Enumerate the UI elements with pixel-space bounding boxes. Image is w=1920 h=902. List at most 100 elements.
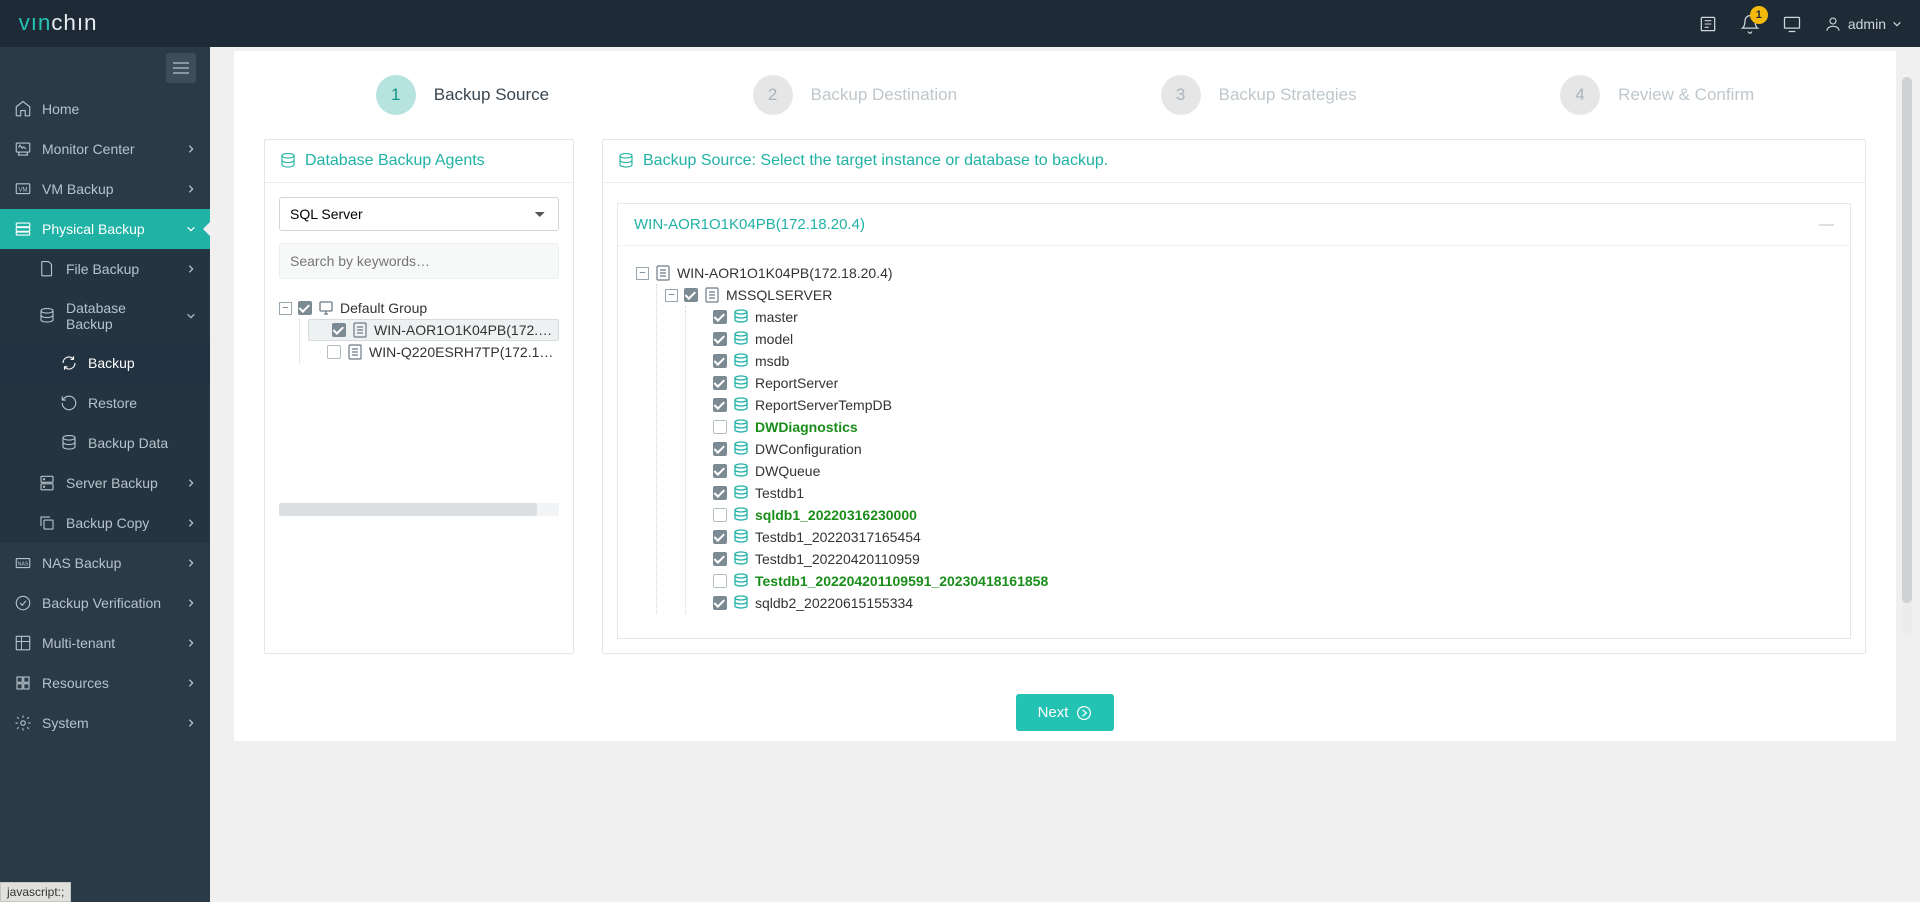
server-icon <box>655 265 671 281</box>
sidebar-item-backupcopy[interactable]: Backup Copy <box>0 503 210 543</box>
tree-label: DWDiagnostics <box>755 419 858 435</box>
step-number: 1 <box>376 75 416 115</box>
tree-row[interactable]: DWDiagnostics <box>694 416 1832 438</box>
checkbox[interactable] <box>713 530 727 544</box>
task-list-icon[interactable] <box>1698 14 1718 34</box>
wizard-step-3[interactable]: 3Backup Strategies <box>1161 75 1357 115</box>
server-icon <box>347 344 363 360</box>
tree-row[interactable]: − WIN-AOR1O1K04PB(172.18.20.4) <box>636 262 1832 284</box>
topbar: vınchın 1 admin <box>0 0 1920 47</box>
tree-label: master <box>755 309 798 325</box>
sidebar-item-physical[interactable]: Physical Backup <box>0 209 210 249</box>
user-menu[interactable]: admin <box>1824 15 1902 33</box>
tree-row[interactable]: ReportServerTempDB <box>694 394 1832 416</box>
horizontal-scrollbar[interactable] <box>279 503 559 516</box>
sidebar-item-backupdata[interactable]: Backup Data <box>0 423 210 463</box>
db-type-select[interactable]: SQL Server <box>279 197 559 231</box>
checkbox[interactable] <box>713 332 727 346</box>
checkbox[interactable] <box>298 301 312 315</box>
step-label: Review & Confirm <box>1618 85 1754 105</box>
checkbox[interactable] <box>713 398 727 412</box>
tree-row[interactable]: model <box>694 328 1832 350</box>
collapse-icon[interactable]: − <box>636 267 649 280</box>
checkbox[interactable] <box>713 552 727 566</box>
checkbox[interactable] <box>713 464 727 478</box>
sidebar-item-multi[interactable]: Multi-tenant <box>0 623 210 663</box>
sidebar-item-resources[interactable]: Resources <box>0 663 210 703</box>
step-label: Backup Strategies <box>1219 85 1357 105</box>
sidebar-item-label: System <box>42 715 89 731</box>
wizard-step-1[interactable]: 1 Backup Source <box>376 75 549 115</box>
tree-row[interactable]: ReportServer <box>694 372 1832 394</box>
sidebar-item-label: Backup Data <box>88 435 168 451</box>
collapse-icon[interactable]: − <box>279 302 292 315</box>
scrollbar[interactable] <box>1902 77 1912 637</box>
sidebar-item-vm[interactable]: VM Backup <box>0 169 210 209</box>
tree-row[interactable]: Testdb1 <box>694 482 1832 504</box>
checkbox[interactable] <box>684 288 698 302</box>
checkbox[interactable] <box>713 442 727 456</box>
tree-row[interactable]: WIN-Q220ESRH7TP(172.18.30.20) <box>308 341 559 363</box>
sidebar-item-label: Monitor Center <box>42 141 135 157</box>
notifications-icon[interactable]: 1 <box>1740 14 1760 34</box>
collapse-sidebar-button[interactable] <box>166 53 196 83</box>
sidebar-item-backup[interactable]: Backup <box>0 343 210 383</box>
wizard-step-4[interactable]: 4 Review & Confirm <box>1560 75 1754 115</box>
collapse-icon[interactable]: − <box>665 289 678 302</box>
step-label: Backup Source <box>434 85 549 105</box>
next-button[interactable]: Next <box>1016 694 1115 731</box>
checkbox[interactable] <box>713 574 727 588</box>
tree-row[interactable]: sqldb1_20220316230000 <box>694 504 1832 526</box>
tree-row[interactable]: msdb <box>694 350 1832 372</box>
checkbox[interactable] <box>713 376 727 390</box>
tree-row[interactable]: Testdb1_20220317165454 <box>694 526 1832 548</box>
db-icon <box>733 551 749 567</box>
db-icon <box>733 309 749 325</box>
sidebar-item-home[interactable]: Home <box>0 89 210 129</box>
checkbox[interactable] <box>327 345 341 359</box>
chevron-icon <box>186 718 196 728</box>
step-number: 4 <box>1560 75 1600 115</box>
display-icon[interactable] <box>1782 14 1802 34</box>
tree-label: Testdb1_20220420110959 <box>755 551 920 567</box>
tree-row[interactable]: −MSSQLSERVER <box>665 284 1832 306</box>
tree-row[interactable]: master <box>694 306 1832 328</box>
sidebar-item-filebackup[interactable]: File Backup <box>0 249 210 289</box>
sidebar-item-nas[interactable]: NAS Backup <box>0 543 210 583</box>
tree-label: WIN-AOR1O1K04PB(172.18.20.4) <box>677 265 893 281</box>
db-icon <box>733 441 749 457</box>
tree-row[interactable]: DWConfiguration <box>694 438 1832 460</box>
sidebar-item-dbbackup[interactable]: Database Backup <box>0 289 210 343</box>
checkbox[interactable] <box>713 508 727 522</box>
search-input[interactable] <box>279 243 559 279</box>
checkbox[interactable] <box>713 420 727 434</box>
tree-row[interactable]: − Default Group <box>279 297 559 319</box>
checkbox[interactable] <box>713 310 727 324</box>
sidebar-item-label: VM Backup <box>42 181 114 197</box>
tree-row[interactable]: Testdb1_202204201109591_20230418161858 <box>694 570 1832 592</box>
sidebar-item-monitor[interactable]: Monitor Center <box>0 129 210 169</box>
sidebar-item-label: Multi-tenant <box>42 635 115 651</box>
sidebar-item-serverbackup[interactable]: Server Backup <box>0 463 210 503</box>
arrow-right-icon <box>1076 705 1092 721</box>
checkbox[interactable] <box>713 596 727 610</box>
tree-label: Default Group <box>340 300 427 316</box>
checkbox[interactable] <box>332 323 346 337</box>
checkbox[interactable] <box>713 486 727 500</box>
tree-row[interactable]: Testdb1_20220420110959 <box>694 548 1832 570</box>
db-icon <box>733 375 749 391</box>
agents-panel-title: Database Backup Agents <box>305 152 485 170</box>
tree-row[interactable]: sqldb2_20220615155334 <box>694 592 1832 614</box>
filebackup-icon <box>38 260 56 278</box>
instance-title: WIN-AOR1O1K04PB(172.18.20.4) <box>634 216 865 233</box>
tree-row[interactable]: DWQueue <box>694 460 1832 482</box>
checkbox[interactable] <box>713 354 727 368</box>
sidebar-item-bver[interactable]: Backup Verification <box>0 583 210 623</box>
tree-row[interactable]: WIN-AOR1O1K04PB(172.18.20.4) <box>308 319 559 341</box>
collapse-icon[interactable]: — <box>1819 216 1834 233</box>
wizard-step-2[interactable]: 2Backup Destination <box>753 75 957 115</box>
status-bar: javascript:; <box>0 882 71 902</box>
sidebar-item-restore[interactable]: Restore <box>0 383 210 423</box>
tree-label: Testdb1 <box>755 485 804 501</box>
sidebar-item-system[interactable]: System <box>0 703 210 743</box>
